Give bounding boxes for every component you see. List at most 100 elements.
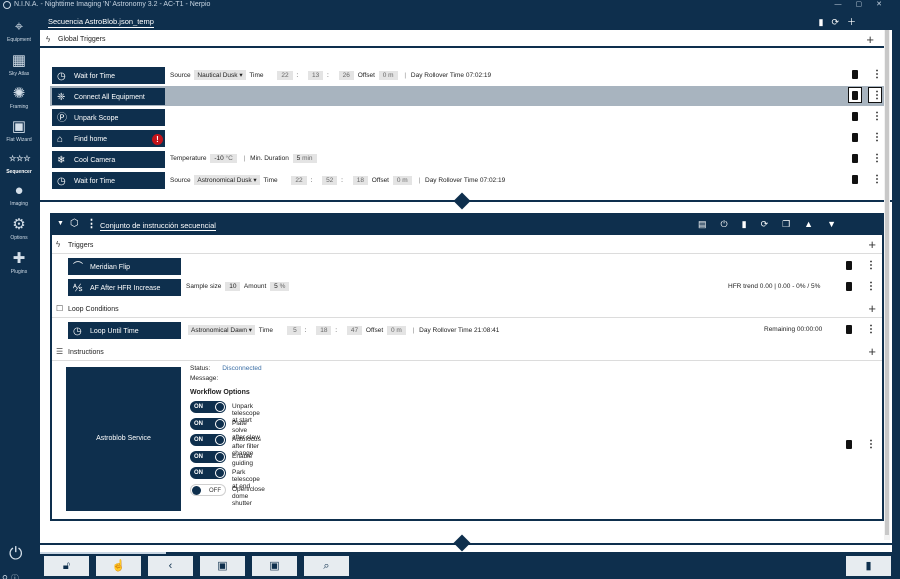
add-global-trigger-button[interactable]: + xyxy=(866,32,874,47)
sidebar-item-equipment[interactable]: ⌖ Equipment xyxy=(0,18,38,43)
back-button[interactable]: ‹ xyxy=(148,556,193,576)
tab-toolbar[interactable]: ▮⟳＋ xyxy=(819,15,865,28)
delete-icon[interactable] xyxy=(852,175,858,184)
toggle-guiding[interactable]: ON xyxy=(190,450,226,463)
tab-sequence[interactable]: Secuencia AstroBlob.json_temp xyxy=(48,17,154,28)
add-instruction-button[interactable]: + xyxy=(868,344,876,359)
more-options-icon[interactable]: ⋮ xyxy=(872,90,882,101)
toggle-dome-shutter[interactable]: OFF xyxy=(190,483,226,496)
drag-handle-icon[interactable]: ⋮ xyxy=(86,217,97,230)
trigger-row-af-after-hfr: ⅍ AF After HFR Increase Sample size 10 Am… xyxy=(66,277,882,298)
wait-for-time-item[interactable]: ◷ Wait for Time xyxy=(51,66,166,85)
temperature-field[interactable]: -10 °C xyxy=(210,154,237,163)
add-trigger-button[interactable]: + xyxy=(868,237,876,252)
source-select[interactable]: Nautical Dusk ▾ xyxy=(194,70,246,80)
delete-icon[interactable] xyxy=(846,282,852,291)
wait-for-time-item[interactable]: ◷ Wait for Time xyxy=(51,171,166,190)
second-field[interactable]: 26 xyxy=(338,71,354,80)
sidebar-item-sky-atlas[interactable]: ▦ Sky Atlas xyxy=(0,52,38,77)
more-options-icon[interactable]: ⋮ xyxy=(872,174,882,185)
meridian-icon: ⌒ xyxy=(73,262,83,273)
chevron-left-icon: ‹ xyxy=(168,560,173,572)
sidebar-item-plugins[interactable]: ✚ Plugins xyxy=(0,250,38,275)
meridian-flip-item[interactable]: ⌒ Meridian Flip xyxy=(67,257,182,276)
source-select[interactable]: Astronomical Dawn ▾ xyxy=(188,325,256,335)
collapse-handle[interactable] xyxy=(453,192,471,210)
source-select[interactable]: Astronomical Dusk ▾ xyxy=(194,175,260,185)
offset-field[interactable]: 0 m xyxy=(386,326,406,335)
minute-field[interactable]: 18 xyxy=(316,326,332,335)
hour-field[interactable]: 5 xyxy=(286,326,301,335)
toggle-park[interactable]: ON xyxy=(190,467,226,480)
sidebar-item-options[interactable]: ⚙ Options xyxy=(0,216,38,241)
unlock-button[interactable]: 🔓︎ xyxy=(44,556,89,576)
unpark-scope-item[interactable]: Ⓟ Unpark Scope xyxy=(51,108,166,127)
flat-wizard-icon: ▣ xyxy=(11,118,27,135)
unpark-icon: Ⓟ xyxy=(57,113,67,124)
more-options-icon[interactable]: ⋮ xyxy=(866,439,876,450)
hand-pointer-button[interactable]: ☝ xyxy=(96,556,141,576)
delete-icon[interactable] xyxy=(846,325,852,334)
sidebar-item-sequencer[interactable]: ☆☆☆ Sequencer xyxy=(0,150,38,175)
option-park-at-end: ON Park telescope at end xyxy=(190,466,262,490)
more-options-icon[interactable]: ⋮ xyxy=(872,153,882,164)
save-as-button[interactable]: ▣ xyxy=(200,556,245,576)
loop-until-time-item[interactable]: ◷ Loop Until Time xyxy=(67,321,182,340)
more-options-icon[interactable]: ⋮ xyxy=(872,132,882,143)
toggle-autofocus[interactable]: ON xyxy=(190,434,226,447)
sidebar-item-framing[interactable]: ✺ Framing xyxy=(0,85,38,110)
delete-icon[interactable] xyxy=(852,133,858,142)
warning-icon: ! xyxy=(152,134,163,145)
delete-icon[interactable] xyxy=(846,261,852,270)
option-unpark-at-start: ON Unpark telescope at start xyxy=(190,400,262,424)
hour-field[interactable]: 22 xyxy=(277,71,293,80)
window-controls[interactable]: —▢✕ xyxy=(835,0,896,10)
delete-icon[interactable] xyxy=(852,112,858,121)
find-home-item[interactable]: ⌂ Find home! xyxy=(51,129,166,148)
open-folder-button[interactable]: ⌕ xyxy=(304,556,349,576)
message-line: Message: xyxy=(190,375,219,382)
delete-icon[interactable] xyxy=(846,440,852,449)
container-toolbar[interactable]: ▤⏻▮⟳❐▲▼ xyxy=(698,219,850,230)
minute-field[interactable]: 13 xyxy=(307,71,324,80)
cool-camera-item[interactable]: ❄ Cool Camera xyxy=(51,150,166,169)
second-field[interactable]: 47 xyxy=(346,326,363,335)
more-options-icon[interactable]: ⋮ xyxy=(866,281,876,292)
minute-field[interactable]: 52 xyxy=(322,176,338,185)
scrollbar-thumb[interactable] xyxy=(885,30,889,535)
delete-icon[interactable] xyxy=(852,154,858,163)
af-after-hfr-item[interactable]: ⅍ AF After HFR Increase xyxy=(67,278,182,297)
window-title: N.I.N.A. - Nighttime Imaging 'N' Astrono… xyxy=(14,1,211,8)
more-options-icon[interactable]: ⋮ xyxy=(872,111,882,122)
collapse-arrow-icon[interactable]: ▼ xyxy=(57,220,64,227)
sidebar-item-flat-wizard[interactable]: ▣ Flat Wizard xyxy=(0,118,38,143)
amount-field[interactable]: 5 % xyxy=(270,282,290,291)
offset-field[interactable]: 0 m xyxy=(392,176,412,185)
more-options-icon[interactable]: ⋮ xyxy=(872,69,882,80)
option-plate-solve: ON Plate solve after slew xyxy=(190,417,262,441)
vertical-scrollbar[interactable] xyxy=(884,30,890,540)
toggle-plate-solve[interactable]: ON xyxy=(190,417,226,430)
power-icon[interactable]: ⏻ xyxy=(9,544,22,564)
delete-all-button[interactable]: ▮ xyxy=(846,556,891,576)
offset-field[interactable]: 0 m xyxy=(378,71,398,80)
delete-icon[interactable] xyxy=(852,91,858,100)
connect-all-equipment-item[interactable]: ❈ Connect All Equipment xyxy=(51,87,166,106)
delete-icon[interactable] xyxy=(852,70,858,79)
lightning-icon: ϟ xyxy=(56,240,61,249)
duration-field[interactable]: 5 min xyxy=(292,154,317,163)
sidebar-item-imaging[interactable]: ● Imaging xyxy=(0,182,38,207)
toggle-unpark[interactable]: ON xyxy=(190,401,226,413)
loop-until-params: Astronomical Dawn ▾ Time 5 : 18 : 47 Off… xyxy=(186,325,499,335)
add-condition-button[interactable]: + xyxy=(868,301,876,316)
save-button[interactable]: ▣ xyxy=(252,556,297,576)
astroblob-service-item[interactable]: Astroblob Service xyxy=(66,367,181,511)
more-options-icon[interactable]: ⋮ xyxy=(866,260,876,271)
hour-field[interactable]: 22 xyxy=(291,176,307,185)
second-field[interactable]: 18 xyxy=(352,176,368,185)
sample-size-field[interactable]: 10 xyxy=(225,282,241,291)
status-icons[interactable]: ⚲ⓘ xyxy=(2,573,22,579)
more-options-icon[interactable]: ⋮ xyxy=(866,324,876,335)
collapse-handle-bottom[interactable] xyxy=(453,534,471,552)
container-title[interactable]: Conjunto de instrucción secuencial xyxy=(100,221,216,231)
